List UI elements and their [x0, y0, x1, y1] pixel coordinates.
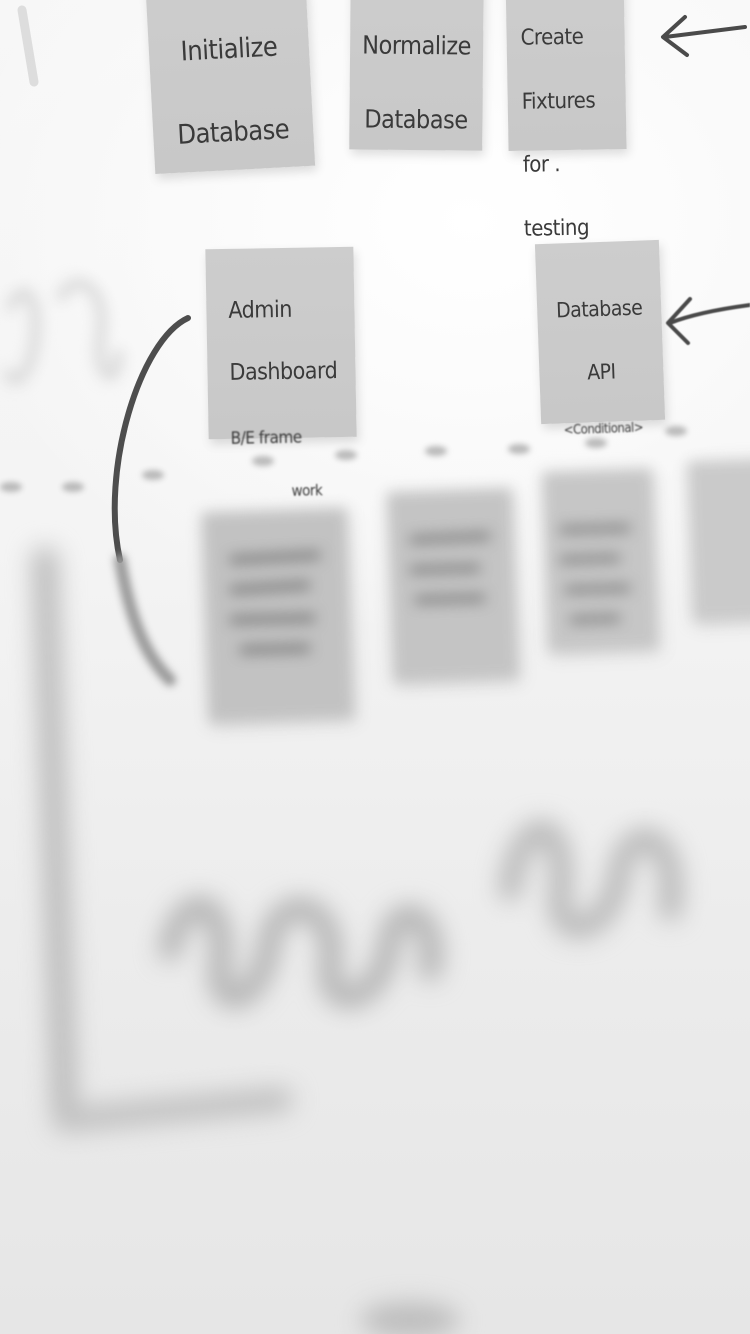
whiteboard-photo: Initialize Database Normalize Database C… [0, 0, 750, 1334]
note-line: work [291, 481, 323, 501]
note-line: API [586, 358, 616, 384]
note-line: Create [520, 24, 584, 51]
sticky-note-admin-dashboard: Admin Dashboard B/E frame work [205, 246, 357, 500]
note-line: Database [176, 113, 290, 151]
sticky-note-blurred [687, 458, 750, 622]
sticky-note-initialize-database: Initialize Database [144, 0, 316, 175]
faint-marker-stroke [0, 0, 80, 100]
arrow-left-icon [655, 5, 750, 65]
note-line: Normalize [362, 30, 472, 61]
note-line: <Conditional> [563, 420, 644, 438]
pin-dot [425, 446, 447, 456]
pin-dot [252, 456, 274, 466]
note-line: Fixtures [521, 88, 596, 115]
blurred-shadow [340, 1280, 480, 1334]
pin-dot [142, 470, 164, 480]
sticky-note-normalize-database: Normalize Database [349, 0, 484, 151]
pin-dot [665, 426, 687, 436]
note-line: Database [555, 295, 643, 323]
sticky-note-create-fixtures: Create Fixtures for . testing [505, 0, 627, 242]
blurred-handwriting [140, 770, 720, 1050]
pin-dot [585, 438, 607, 448]
pin-dot [0, 482, 22, 492]
sticky-note-database-api: Database API <Conditional> [534, 239, 666, 438]
note-line: Initialize [179, 31, 278, 68]
pin-dot [335, 450, 357, 460]
note-line: Admin [228, 296, 293, 324]
note-line: for . [522, 152, 561, 179]
note-line: Database [364, 104, 468, 135]
pin-dot [62, 482, 84, 492]
arrow-left-icon [660, 285, 750, 355]
pin-dot [508, 444, 530, 454]
note-line: Dashboard [229, 358, 338, 387]
note-line: B/E frame [230, 427, 302, 450]
